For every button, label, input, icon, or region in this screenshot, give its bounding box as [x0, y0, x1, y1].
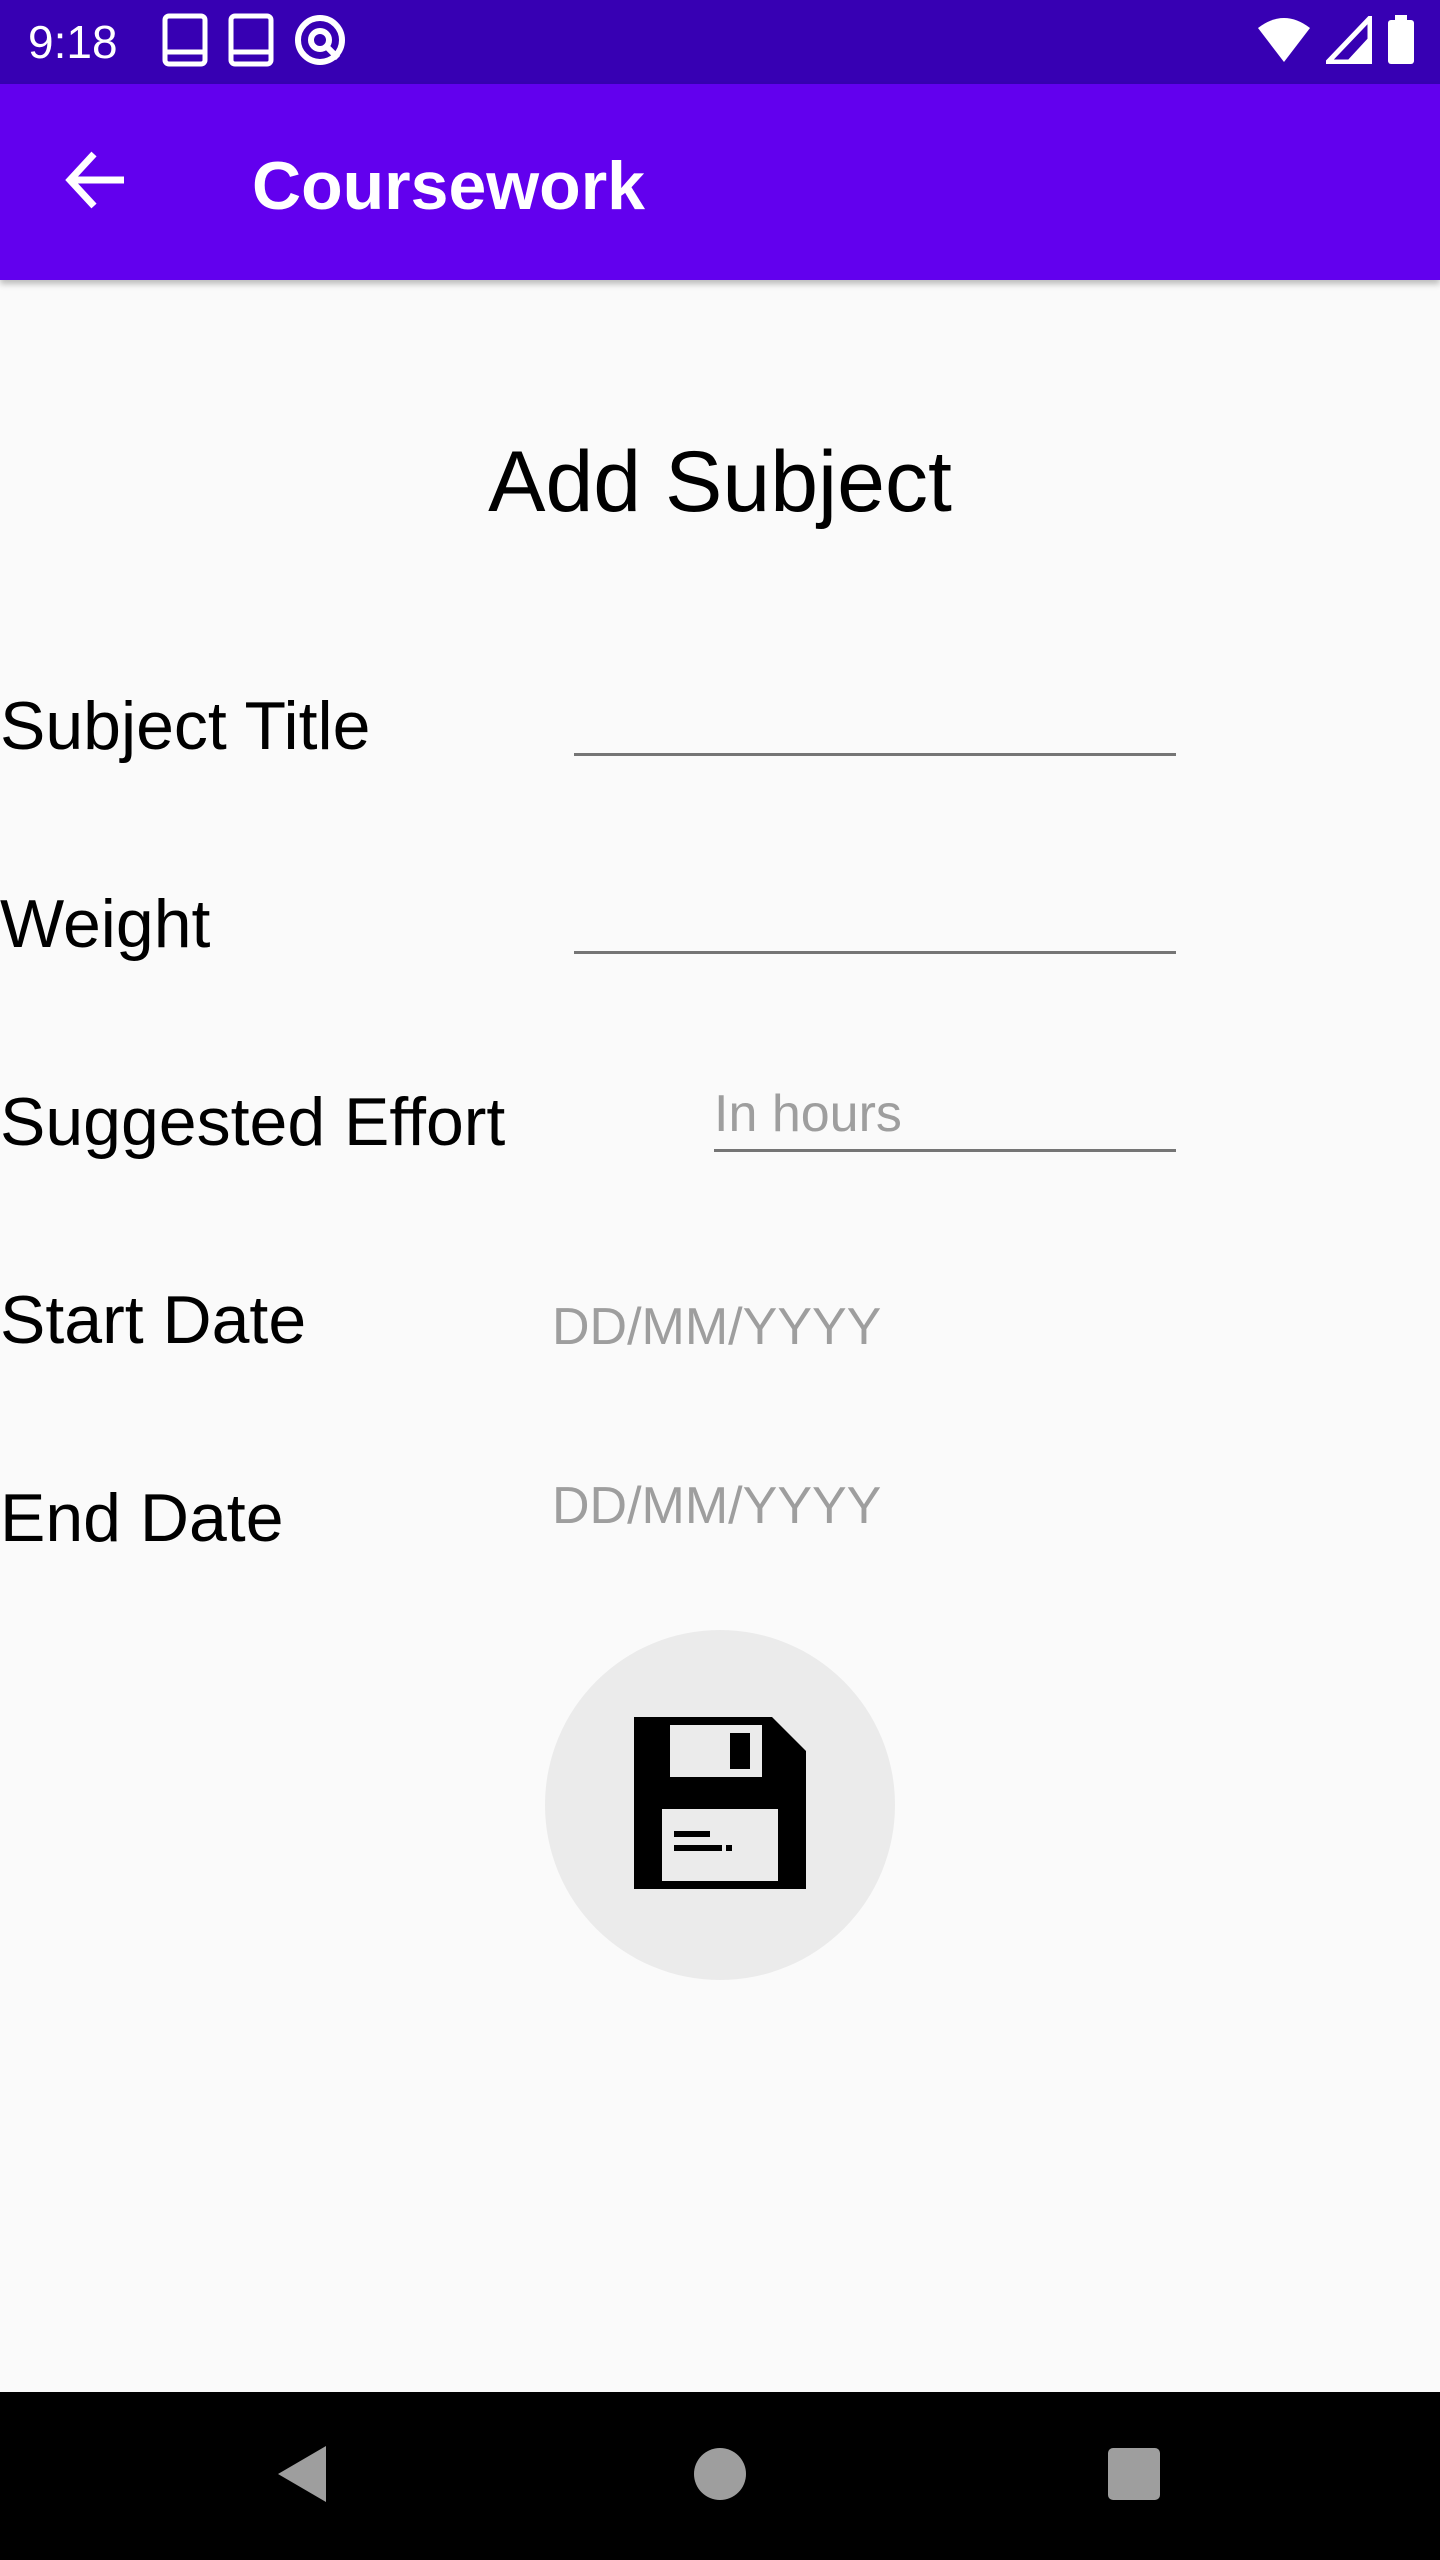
- save-button[interactable]: [545, 1630, 895, 1980]
- status-notification-icons: [160, 12, 348, 73]
- arrow-left-icon: [64, 148, 128, 217]
- status-system-icons: [1256, 11, 1416, 70]
- floppy-disk-icon: [634, 1716, 806, 1894]
- back-button[interactable]: [48, 134, 144, 230]
- status-bar: 9:18: [0, 0, 1440, 84]
- app-bar: Coursework: [0, 84, 1440, 280]
- page-title: Add Subject: [488, 434, 952, 530]
- navigation-bar: [0, 2392, 1440, 2560]
- suggested-effort-input[interactable]: [714, 1079, 1176, 1149]
- back-triangle-icon: [272, 2442, 332, 2511]
- start-date-field[interactable]: DD/MM/YYYY: [552, 1295, 881, 1359]
- subject-title-field[interactable]: [574, 683, 1176, 756]
- suggested-effort-label: Suggested Effort: [0, 1084, 506, 1160]
- end-date-label: End Date: [0, 1480, 284, 1556]
- weight-input[interactable]: [574, 881, 1176, 951]
- at-sign-icon: [292, 12, 348, 73]
- book-icon: [160, 12, 210, 73]
- app-title: Coursework: [252, 148, 645, 224]
- end-date-field[interactable]: DD/MM/YYYY: [552, 1474, 881, 1538]
- cellular-signal-icon: [1322, 11, 1373, 69]
- nav-back-button[interactable]: [252, 2426, 352, 2526]
- battery-icon: [1386, 14, 1416, 70]
- start-date-label: Start Date: [0, 1282, 307, 1358]
- screen: 9:18 Coursework Add Subject Subject Titl…: [0, 0, 1440, 2560]
- status-time: 9:18: [28, 16, 118, 68]
- weight-label: Weight: [0, 886, 211, 962]
- suggested-effort-field[interactable]: [714, 1079, 1176, 1152]
- home-circle-icon: [692, 2446, 748, 2507]
- subject-title-label: Subject Title: [0, 688, 371, 764]
- wifi-icon: [1256, 16, 1312, 69]
- weight-field[interactable]: [574, 881, 1176, 954]
- nav-recents-button[interactable]: [1084, 2426, 1184, 2526]
- nav-home-button[interactable]: [670, 2426, 770, 2526]
- subject-title-input[interactable]: [574, 683, 1176, 753]
- book-icon: [226, 12, 276, 73]
- recents-square-icon: [1106, 2446, 1162, 2507]
